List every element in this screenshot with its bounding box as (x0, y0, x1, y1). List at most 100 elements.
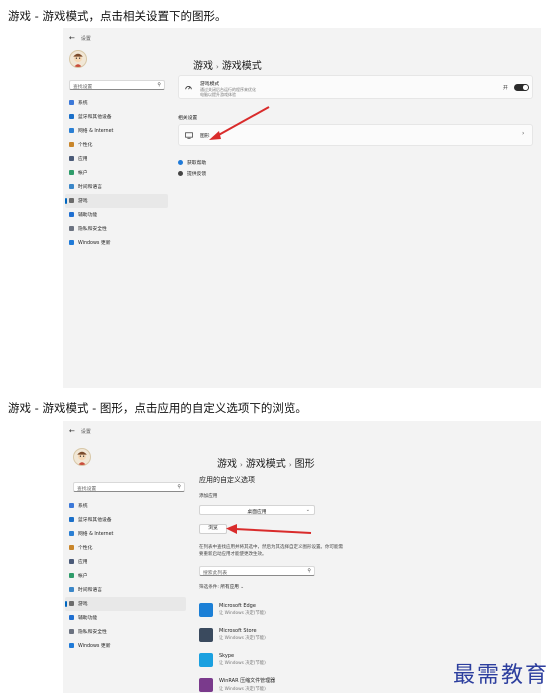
search-icon: ⚲ (307, 568, 311, 574)
monitor-icon (185, 132, 193, 139)
sidebar-item-icon (69, 212, 74, 218)
feedback-icon (178, 171, 183, 176)
settings-search-input[interactable]: 查找设置 ⚲ (73, 482, 185, 492)
app-graphics-preference: 让 Windows 决定(节能) (219, 661, 266, 667)
sidebar-item-3[interactable]: 个性化 (65, 540, 186, 554)
game-mode-toggle-label: 开 (503, 86, 508, 91)
chevron-right-icon: › (522, 130, 525, 137)
sidebar-item-2[interactable]: 网络 & Internet (65, 123, 168, 137)
sidebar-item-7[interactable]: 游戏 (65, 596, 186, 611)
sidebar-item-label: 游戏 (78, 602, 88, 608)
sidebar-item-4[interactable]: 应用 (65, 151, 168, 165)
sidebar-item-label: 应用 (78, 559, 88, 565)
sidebar-item-6[interactable]: 时间和语言 (65, 583, 186, 597)
add-app-label: 添加应用 (199, 494, 218, 499)
breadcrumb-games[interactable]: 游戏 (193, 61, 213, 72)
app-list-item[interactable]: WinRAR 压缩文件管理器让 Windows 决定(节能) (199, 672, 275, 693)
app-name: Microsoft Store (219, 627, 257, 634)
app-name: Skype (219, 652, 235, 659)
page-title: 游戏 › 游戏模式 › 图形 (217, 455, 315, 470)
sidebar-item-icon (69, 240, 74, 246)
description-line-1: 在列表中查找应用并将其选中，然后为其选择自定义图形设置。你可能需 (199, 545, 343, 550)
sidebar-item-label: 蓝牙和其他设备 (78, 114, 112, 120)
sidebar-item-0[interactable]: 系统 (65, 95, 168, 109)
help-icon (178, 160, 183, 165)
game-mode-subtitle-2: 电脑以提升游戏体验 (200, 92, 236, 97)
sidebar-item-icon (69, 99, 74, 105)
avatar[interactable] (69, 50, 87, 68)
browse-button[interactable]: 浏览 (199, 524, 227, 534)
sidebar-item-icon (69, 516, 74, 522)
sidebar-item-8[interactable]: 辅助功能 (65, 611, 186, 625)
sidebar-item-icon (69, 587, 74, 593)
sidebar-item-label: 游戏 (78, 199, 88, 205)
settings-search-input[interactable]: 查找设置 ⚲ (69, 80, 165, 90)
sidebar-item-4[interactable]: 应用 (65, 554, 186, 568)
graphics-label: 图形 (200, 134, 210, 139)
game-mode-toggle[interactable] (514, 84, 529, 91)
breadcrumb-game-mode[interactable]: 游戏模式 (246, 459, 286, 470)
app-list-item[interactable]: Skype 让 Windows 决定(节能) (199, 647, 275, 672)
sidebar-nav: 系统蓝牙和其他设备网络 & Internet 个性化应用帐户时间和语言游戏辅助功能… (65, 95, 168, 250)
step1-caption: 游戏 - 游戏模式，点击相关设置下的图形。 (8, 9, 227, 23)
sidebar-item-8[interactable]: 辅助功能 (65, 208, 168, 222)
app-text: WinRAR 压缩文件管理器让 Windows 决定(节能) (219, 677, 275, 692)
sidebar-item-6[interactable]: 时间和语言 (65, 180, 168, 194)
avatar[interactable] (73, 448, 91, 466)
sidebar-item-1[interactable]: 蓝牙和其他设备 (65, 109, 168, 123)
sidebar-item-label: 时间和语言 (78, 588, 102, 594)
sidebar-item-9[interactable]: 隐私和安全性 (65, 625, 186, 639)
sidebar-item-icon (69, 127, 74, 133)
sidebar-item-3[interactable]: 个性化 (65, 137, 168, 151)
sidebar-item-label: 时间和语言 (78, 185, 102, 191)
sidebar-item-5[interactable]: 帐户 (65, 165, 168, 179)
app-list: Microsoft Edge 让 Windows 决定(节能) Microsoft … (199, 597, 275, 693)
search-list-input[interactable]: 搜索此列表 ⚲ (199, 566, 315, 576)
sidebar-item-0[interactable]: 系统 (65, 498, 186, 512)
feedback-link[interactable]: 提供反馈 (178, 170, 206, 177)
graphics-row[interactable]: 图形 › (178, 124, 533, 146)
add-app-select[interactable]: 桌面应用 ⌄ (199, 505, 315, 515)
step2-caption: 游戏 - 游戏模式 - 图形，点击应用的自定义选项下的浏览。 (8, 401, 307, 415)
sidebar-item-label: 系统 (78, 100, 88, 106)
filter-label: 筛选条件: (199, 585, 219, 590)
sidebar-item-2[interactable]: 网络 & Internet (65, 526, 186, 540)
sidebar-item-label: 辅助功能 (78, 213, 98, 219)
app-list-item[interactable]: Microsoft Edge 让 Windows 决定(节能) (199, 597, 275, 622)
edge-icon (199, 602, 213, 617)
feedback-label: 提供反馈 (187, 172, 207, 177)
sidebar-item-1[interactable]: 蓝牙和其他设备 (65, 512, 186, 526)
breadcrumb-separator-icon: › (288, 461, 292, 469)
sidebar-item-label: Windows 更新 (78, 241, 111, 247)
sidebar-item-icon (69, 113, 74, 119)
sidebar-item-icon (69, 573, 74, 579)
sidebar-item-icon (69, 198, 74, 204)
sidebar-item-9[interactable]: 隐私和安全性 (65, 222, 168, 236)
custom-options-title: 应用的自定义选项 (199, 476, 255, 484)
filter-dropdown[interactable]: 筛选条件: 所有应用 ⌄ (199, 584, 244, 590)
app-text: Skype 让 Windows 决定(节能) (219, 653, 266, 667)
sidebar-item-10[interactable]: Windows 更新 (65, 236, 168, 250)
page-title: 游戏 › 游戏模式 (193, 57, 262, 72)
back-arrow-icon[interactable]: ← (69, 427, 75, 435)
search-icon: ⚲ (177, 484, 181, 490)
get-help-label: 获取帮助 (187, 161, 207, 166)
window-header: ← 设置 (69, 427, 91, 435)
sidebar-item-label: 个性化 (78, 142, 93, 148)
sidebar-item-label: 帐户 (78, 574, 88, 580)
sidebar-item-10[interactable]: Windows 更新 (65, 639, 186, 653)
back-arrow-icon[interactable]: ← (69, 34, 75, 42)
get-help-link[interactable]: 获取帮助 (178, 159, 206, 166)
game-mode-card: 游戏模式 通过关闭后台运行的程序来优化 电脑以提升游戏体验 开 (178, 75, 533, 99)
app-list-item[interactable]: Microsoft Store 让 Windows 决定(节能) (199, 622, 275, 647)
app-graphics-preference: 让 Windows 决定(节能) (219, 686, 266, 692)
sidebar-item-icon (69, 170, 74, 176)
sidebar-item-7[interactable]: 游戏 (65, 193, 168, 208)
breadcrumb-games[interactable]: 游戏 (217, 459, 237, 470)
breadcrumb-separator-icon: › (216, 63, 219, 71)
settings-screenshot-graphics: ← 设置 查找设置 ⚲ 系统 蓝牙和其他设备 网络 & Internet 个性化应用帐… (63, 421, 541, 693)
sidebar-item-icon (69, 141, 74, 147)
sidebar-item-5[interactable]: 帐户 (65, 568, 186, 582)
sidebar-item-label: 帐户 (78, 171, 88, 177)
sidebar-item-icon (69, 601, 74, 607)
